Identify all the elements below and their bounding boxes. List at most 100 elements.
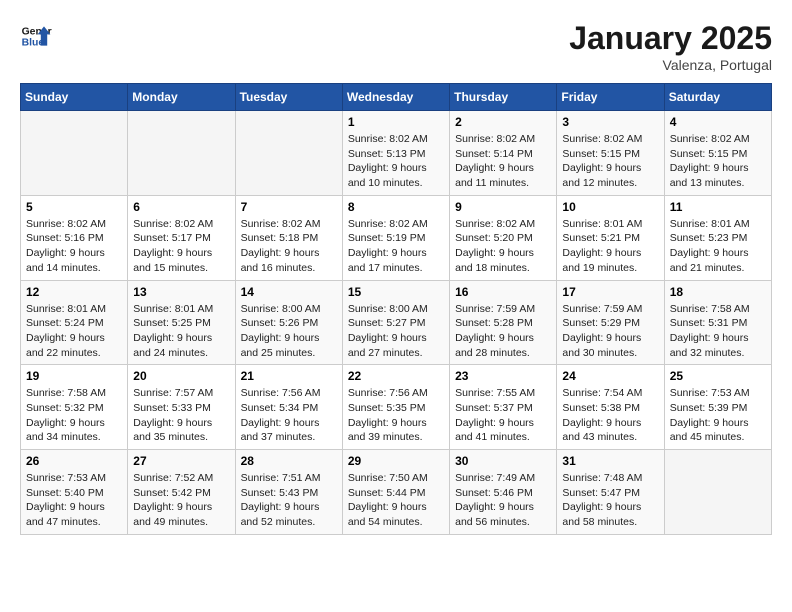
day-info: Sunrise: 8:01 AMSunset: 5:24 PMDaylight:… bbox=[26, 302, 122, 361]
day-number: 25 bbox=[670, 369, 766, 383]
title-block: January 2025 Valenza, Portugal bbox=[569, 20, 772, 73]
day-number: 20 bbox=[133, 369, 229, 383]
day-info: Sunrise: 8:02 AMSunset: 5:18 PMDaylight:… bbox=[241, 217, 337, 276]
day-info: Sunrise: 7:58 AMSunset: 5:32 PMDaylight:… bbox=[26, 386, 122, 445]
calendar-cell: 7 Sunrise: 8:02 AMSunset: 5:18 PMDaylight… bbox=[235, 195, 342, 280]
day-info: Sunrise: 8:02 AMSunset: 5:17 PMDaylight:… bbox=[133, 217, 229, 276]
day-info: Sunrise: 7:53 AMSunset: 5:40 PMDaylight:… bbox=[26, 471, 122, 530]
calendar-cell: 23 Sunrise: 7:55 AMSunset: 5:37 PMDayligh… bbox=[450, 365, 557, 450]
calendar-cell: 10Sunrise: 8:01 AMSunset: 5:21 PMDayligh… bbox=[557, 195, 664, 280]
calendar-cell: 13 Sunrise: 8:01 AMSunset: 5:25 PMDayligh… bbox=[128, 280, 235, 365]
calendar-cell bbox=[664, 450, 771, 535]
day-info: Sunrise: 8:02 AMSunset: 5:16 PMDaylight:… bbox=[26, 217, 122, 276]
day-number: 30 bbox=[455, 454, 551, 468]
calendar-cell: 15 Sunrise: 8:00 AMSunset: 5:27 PMDayligh… bbox=[342, 280, 449, 365]
calendar-table: SundayMondayTuesdayWednesdayThursdayFrid… bbox=[20, 83, 772, 535]
calendar-cell: 20Sunrise: 7:57 AMSunset: 5:33 PMDayligh… bbox=[128, 365, 235, 450]
day-info: Sunrise: 7:55 AMSunset: 5:37 PMDaylight:… bbox=[455, 386, 551, 445]
calendar-cell bbox=[128, 111, 235, 196]
calendar-week-4: 19 Sunrise: 7:58 AMSunset: 5:32 PMDayligh… bbox=[21, 365, 772, 450]
day-number: 23 bbox=[455, 369, 551, 383]
day-info: Sunrise: 8:01 AMSunset: 5:23 PMDaylight:… bbox=[670, 217, 766, 276]
calendar-cell: 4 Sunrise: 8:02 AMSunset: 5:15 PMDaylight… bbox=[664, 111, 771, 196]
day-info: Sunrise: 8:02 AMSunset: 5:15 PMDaylight:… bbox=[670, 132, 766, 191]
calendar-cell: 19 Sunrise: 7:58 AMSunset: 5:32 PMDayligh… bbox=[21, 365, 128, 450]
weekday-header-wednesday: Wednesday bbox=[342, 84, 449, 111]
day-info: Sunrise: 7:56 AMSunset: 5:34 PMDaylight:… bbox=[241, 386, 337, 445]
logo-icon: General Blue bbox=[20, 20, 52, 52]
day-number: 7 bbox=[241, 200, 337, 214]
weekday-header-tuesday: Tuesday bbox=[235, 84, 342, 111]
calendar-cell: 8 Sunrise: 8:02 AMSunset: 5:19 PMDaylight… bbox=[342, 195, 449, 280]
calendar-cell: 29 Sunrise: 7:50 AMSunset: 5:44 PMDayligh… bbox=[342, 450, 449, 535]
weekday-header-sunday: Sunday bbox=[21, 84, 128, 111]
day-info: Sunrise: 8:02 AMSunset: 5:14 PMDaylight:… bbox=[455, 132, 551, 191]
calendar-cell: 3 Sunrise: 8:02 AMSunset: 5:15 PMDaylight… bbox=[557, 111, 664, 196]
day-info: Sunrise: 8:02 AMSunset: 5:13 PMDaylight:… bbox=[348, 132, 444, 191]
day-number: 2 bbox=[455, 115, 551, 129]
weekday-header-friday: Friday bbox=[557, 84, 664, 111]
calendar-cell: 28Sunrise: 7:51 AMSunset: 5:43 PMDayligh… bbox=[235, 450, 342, 535]
calendar-subtitle: Valenza, Portugal bbox=[569, 57, 772, 73]
day-info: Sunrise: 7:53 AMSunset: 5:39 PMDaylight:… bbox=[670, 386, 766, 445]
day-number: 13 bbox=[133, 285, 229, 299]
day-info: Sunrise: 8:00 AMSunset: 5:26 PMDaylight:… bbox=[241, 302, 337, 361]
calendar-cell: 14 Sunrise: 8:00 AMSunset: 5:26 PMDayligh… bbox=[235, 280, 342, 365]
day-info: Sunrise: 7:54 AMSunset: 5:38 PMDaylight:… bbox=[562, 386, 658, 445]
day-info: Sunrise: 8:00 AMSunset: 5:27 PMDaylight:… bbox=[348, 302, 444, 361]
day-info: Sunrise: 8:02 AMSunset: 5:20 PMDaylight:… bbox=[455, 217, 551, 276]
calendar-week-5: 26 Sunrise: 7:53 AMSunset: 5:40 PMDayligh… bbox=[21, 450, 772, 535]
calendar-cell: 12 Sunrise: 8:01 AMSunset: 5:24 PMDayligh… bbox=[21, 280, 128, 365]
logo: General Blue bbox=[20, 20, 52, 52]
calendar-cell: 30Sunrise: 7:49 AMSunset: 5:46 PMDayligh… bbox=[450, 450, 557, 535]
day-number: 1 bbox=[348, 115, 444, 129]
calendar-cell bbox=[21, 111, 128, 196]
day-number: 4 bbox=[670, 115, 766, 129]
calendar-cell: 27 Sunrise: 7:52 AMSunset: 5:42 PMDayligh… bbox=[128, 450, 235, 535]
day-info: Sunrise: 8:01 AMSunset: 5:25 PMDaylight:… bbox=[133, 302, 229, 361]
day-info: Sunrise: 7:50 AMSunset: 5:44 PMDaylight:… bbox=[348, 471, 444, 530]
calendar-cell bbox=[235, 111, 342, 196]
day-info: Sunrise: 8:02 AMSunset: 5:15 PMDaylight:… bbox=[562, 132, 658, 191]
weekday-header-saturday: Saturday bbox=[664, 84, 771, 111]
calendar-cell: 5 Sunrise: 8:02 AMSunset: 5:16 PMDaylight… bbox=[21, 195, 128, 280]
calendar-cell: 2 Sunrise: 8:02 AMSunset: 5:14 PMDaylight… bbox=[450, 111, 557, 196]
day-number: 8 bbox=[348, 200, 444, 214]
calendar-cell: 17 Sunrise: 7:59 AMSunset: 5:29 PMDayligh… bbox=[557, 280, 664, 365]
weekday-header-monday: Monday bbox=[128, 84, 235, 111]
day-number: 6 bbox=[133, 200, 229, 214]
day-number: 15 bbox=[348, 285, 444, 299]
calendar-cell: 22 Sunrise: 7:56 AMSunset: 5:35 PMDayligh… bbox=[342, 365, 449, 450]
calendar-cell: 9 Sunrise: 8:02 AMSunset: 5:20 PMDaylight… bbox=[450, 195, 557, 280]
day-number: 5 bbox=[26, 200, 122, 214]
calendar-cell: 25 Sunrise: 7:53 AMSunset: 5:39 PMDayligh… bbox=[664, 365, 771, 450]
day-number: 19 bbox=[26, 369, 122, 383]
calendar-week-3: 12 Sunrise: 8:01 AMSunset: 5:24 PMDayligh… bbox=[21, 280, 772, 365]
day-info: Sunrise: 7:59 AMSunset: 5:28 PMDaylight:… bbox=[455, 302, 551, 361]
day-number: 22 bbox=[348, 369, 444, 383]
day-number: 16 bbox=[455, 285, 551, 299]
day-info: Sunrise: 8:02 AMSunset: 5:19 PMDaylight:… bbox=[348, 217, 444, 276]
day-number: 14 bbox=[241, 285, 337, 299]
day-number: 12 bbox=[26, 285, 122, 299]
calendar-cell: 11Sunrise: 8:01 AMSunset: 5:23 PMDayligh… bbox=[664, 195, 771, 280]
day-number: 26 bbox=[26, 454, 122, 468]
day-info: Sunrise: 7:58 AMSunset: 5:31 PMDaylight:… bbox=[670, 302, 766, 361]
calendar-cell: 24Sunrise: 7:54 AMSunset: 5:38 PMDayligh… bbox=[557, 365, 664, 450]
calendar-cell: 26 Sunrise: 7:53 AMSunset: 5:40 PMDayligh… bbox=[21, 450, 128, 535]
day-info: Sunrise: 7:52 AMSunset: 5:42 PMDaylight:… bbox=[133, 471, 229, 530]
day-number: 3 bbox=[562, 115, 658, 129]
day-number: 10 bbox=[562, 200, 658, 214]
day-number: 29 bbox=[348, 454, 444, 468]
day-number: 27 bbox=[133, 454, 229, 468]
day-info: Sunrise: 7:48 AMSunset: 5:47 PMDaylight:… bbox=[562, 471, 658, 530]
calendar-cell: 21Sunrise: 7:56 AMSunset: 5:34 PMDayligh… bbox=[235, 365, 342, 450]
calendar-cell: 16 Sunrise: 7:59 AMSunset: 5:28 PMDayligh… bbox=[450, 280, 557, 365]
day-info: Sunrise: 7:59 AMSunset: 5:29 PMDaylight:… bbox=[562, 302, 658, 361]
day-info: Sunrise: 7:56 AMSunset: 5:35 PMDaylight:… bbox=[348, 386, 444, 445]
day-number: 28 bbox=[241, 454, 337, 468]
calendar-title: January 2025 bbox=[569, 20, 772, 57]
calendar-cell: 1 Sunrise: 8:02 AMSunset: 5:13 PMDaylight… bbox=[342, 111, 449, 196]
day-number: 9 bbox=[455, 200, 551, 214]
day-number: 17 bbox=[562, 285, 658, 299]
